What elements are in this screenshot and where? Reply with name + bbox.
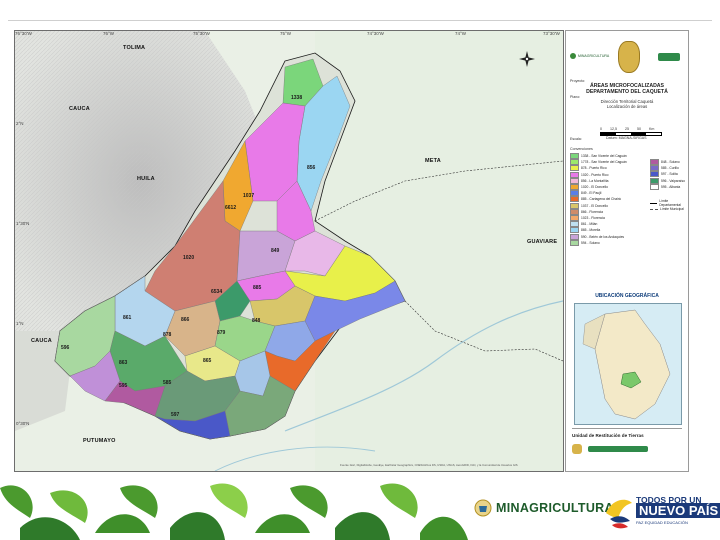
label-861: 861 (123, 315, 132, 321)
todos-line-2: NUEVO PAÍS (636, 503, 720, 518)
scale-0: 0 (600, 127, 602, 131)
scale-bar: Escala: 0 12,5 25 50 Km Datum: MAGNA-SIR… (570, 127, 684, 141)
map-canvas[interactable]: 1338 856 1037 6612 1020 849 6534 885 861… (15, 31, 563, 471)
scale-3: 50 (637, 127, 641, 131)
tick-top-4: 74°30'W (367, 31, 384, 36)
top-divider (8, 20, 712, 21)
tick-top-5: 74°W (455, 31, 467, 36)
region-label-tolima: TOLIMA (123, 45, 146, 51)
label-1020: 1020 (183, 255, 194, 261)
scale-1: 12,5 (610, 127, 617, 131)
legend-swatch (650, 159, 659, 166)
legend-side-items: 848 - Solano 585 - Curillo 597 - Solita … (650, 159, 688, 212)
coat-of-arms-icon (618, 41, 640, 73)
tick-top-1: 76°W (103, 31, 115, 36)
label-585: 585 (163, 380, 172, 386)
todos-por-un-nuevo-pais-logo: TODOS POR UN NUEVO PAÍS PAZ EQUIDAD EDUC… (602, 491, 720, 533)
region-label-guaviare: GUAVIARE (527, 239, 558, 245)
region-label-cauca-south: CAUCA (31, 338, 52, 344)
tick-top-6: 73°30'W (543, 31, 560, 36)
legend-swatch (650, 165, 659, 172)
region-label-huila: HUILA (137, 176, 155, 182)
label-1037: 1037 (243, 193, 254, 199)
tick-top-2: 75°30'W (193, 31, 210, 36)
label-1338: 1338 (291, 95, 302, 101)
legend-swatch (570, 177, 579, 184)
label-597: 597 (171, 412, 180, 418)
slide: 1338 856 1037 6612 1020 849 6534 885 861… (0, 0, 720, 540)
legend-swatch (570, 227, 579, 234)
colombia-shield-icon (474, 499, 492, 517)
scale-2: 25 (625, 127, 629, 131)
minagricultura-label: MINAGRICULTURA (496, 501, 614, 515)
tick-top-0: 76°30'W (15, 31, 32, 36)
label-6612: 6612 (225, 205, 236, 211)
label-865: 865 (203, 358, 212, 364)
legend-line-item: Límite Municipal (650, 206, 688, 212)
legend-swatch (570, 208, 579, 215)
map-frame[interactable]: 1338 856 1037 6612 1020 849 6534 885 861… (14, 30, 564, 472)
legend-footer: Unidad de Restitución de Tierras (572, 428, 682, 467)
shield-icon (570, 53, 576, 59)
legend-footer-title: Unidad de Restitución de Tierras (572, 433, 644, 438)
legend-swatch (650, 177, 659, 184)
legend-swatch (570, 221, 579, 228)
location-inset-map (574, 303, 682, 425)
legend-item: 594 - Solano (570, 239, 627, 246)
legend-swatch (650, 183, 659, 190)
region-label-cauca-north: CAUCA (69, 106, 90, 112)
label-885: 885 (253, 285, 262, 291)
minagricultura-logo: MINAGRICULTURA (474, 498, 614, 518)
legend-swatch (570, 153, 579, 160)
label-879: 879 (217, 330, 226, 336)
legend-logo-minagri: MINAGRICULTURA (570, 53, 609, 59)
legend-swatch (570, 202, 579, 209)
legend-swatch (570, 171, 579, 178)
region-label-meta: META (425, 158, 441, 164)
legend-swatch (570, 239, 579, 246)
legend-swatch (570, 214, 579, 221)
legend-swatch (570, 196, 579, 203)
legend-escala: Escala: (570, 137, 582, 141)
restitucion-logo-icon (658, 53, 680, 61)
tick-left-1: 1°30'N (16, 221, 30, 226)
legend-title-2: DEPARTAMENTO DEL CAQUETÁ (586, 89, 668, 96)
legend-swatch (570, 233, 579, 240)
legend-swatch (570, 184, 579, 191)
legend-swatch (570, 159, 579, 166)
label-595: 595 (119, 383, 128, 389)
todos-line-3: PAZ EQUIDAD EDUCACIÓN (636, 520, 688, 525)
label-849: 849 (271, 248, 280, 254)
region-label-putumayo: PUTUMAYO (83, 438, 116, 444)
label-878: 878 (163, 332, 172, 338)
tick-left-3: 0°30'N (16, 421, 30, 426)
legend-swatch (650, 171, 659, 178)
label-863: 863 (119, 360, 128, 366)
label-856: 856 (307, 165, 316, 171)
location-title: UBICACIÓN GEOGRÁFICA (595, 293, 659, 299)
label-848: 848 (252, 318, 261, 324)
legend-swatch (570, 165, 579, 172)
legend-header-label: MINAGRICULTURA (578, 54, 610, 58)
legend-datum: Datum: MAGNA-SIRGAS (606, 136, 647, 140)
legend-sub-2: Localización de áreas (606, 104, 648, 110)
tick-left-0: 2°N (16, 121, 24, 126)
map-credit: Fuente: Esri, DigitalGlobe, GeoEye, Eart… (340, 463, 518, 467)
legend-swatch (570, 190, 579, 197)
scale-4: Km (649, 127, 655, 131)
label-6534: 6534 (211, 289, 222, 295)
dove-icon (606, 499, 632, 529)
tick-left-2: 1°N (16, 321, 24, 326)
legend-convenciones: Convenciones (570, 147, 593, 151)
label-866: 866 (181, 317, 190, 323)
legend-items: 1338 - San Vicente del Caguán 1778 - San… (570, 153, 627, 246)
label-596: 596 (61, 345, 70, 351)
emblem-icon (572, 444, 582, 454)
tick-top-3: 75°W (280, 31, 292, 36)
legend-panel: MINAGRICULTURA Proyecto: ÁREAS MICROFOCA… (565, 30, 689, 472)
footer-logo-icon (588, 446, 648, 452)
